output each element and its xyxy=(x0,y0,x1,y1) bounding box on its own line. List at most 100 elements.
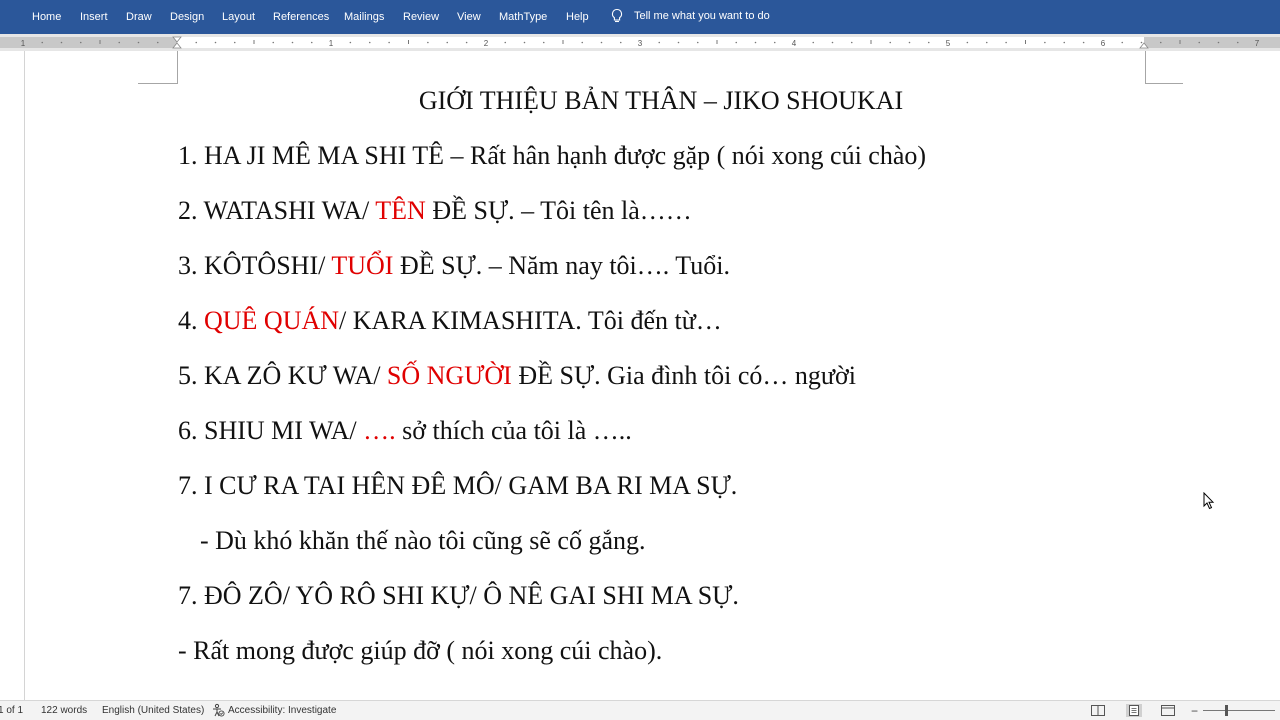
ribbon-tab-bar: e Home Insert Draw Design Layout Referen… xyxy=(0,0,1280,34)
ruler-tick xyxy=(465,41,468,44)
word-count[interactable]: 122 words xyxy=(41,705,87,716)
tell-me-search[interactable]: Tell me what you want to do xyxy=(609,8,770,24)
ruler-tick xyxy=(619,41,622,44)
ruler-tick xyxy=(41,41,44,44)
text-run: 4. xyxy=(178,306,204,335)
lightbulb-icon xyxy=(611,8,623,23)
ruler-tick xyxy=(99,40,101,44)
ruler-tick xyxy=(581,41,584,44)
accessibility-icon xyxy=(213,703,225,717)
ruler-tick xyxy=(60,41,63,44)
highlighted-text: TÊN xyxy=(375,196,426,225)
tab-design[interactable]: Design xyxy=(170,11,204,23)
status-bar: 1 of 1 122 words English (United States)… xyxy=(0,700,1280,720)
tab-references[interactable]: References xyxy=(273,11,329,23)
tab-layout[interactable]: Layout xyxy=(222,11,255,23)
doc-line-10[interactable]: - Rất mong được giúp đỡ ( nói xong cúi c… xyxy=(178,636,662,666)
ruler-label: 1 xyxy=(21,39,26,48)
ruler-tick xyxy=(812,41,815,44)
doc-line-2[interactable]: 2. WATASHI WA/ TÊN ĐỀ SỰ. – Tôi tên là…… xyxy=(178,196,692,226)
ruler-tick xyxy=(79,41,82,44)
text-run: ĐỀ SỰ. – Năm nay tôi…. Tuổi. xyxy=(393,251,730,280)
text-run: 1. HA JI MÊ MA SHI TÊ – Rất hân hạnh đượ… xyxy=(178,141,927,170)
doc-line-3[interactable]: 3. KÔTÔSHI/ TUỔI ĐỀ SỰ. – Năm nay tôi…. … xyxy=(178,251,730,281)
ruler-tick xyxy=(716,40,718,44)
read-mode-icon[interactable] xyxy=(1090,704,1106,717)
ruler-tick xyxy=(214,41,217,44)
ruler-tick xyxy=(562,40,564,44)
zoom-slider[interactable] xyxy=(1203,710,1275,711)
ruler-tick xyxy=(870,40,872,44)
margin-corner-top-left xyxy=(138,51,178,84)
zoom-out-button[interactable]: − xyxy=(1191,704,1198,718)
ruler-tick xyxy=(1159,41,1162,44)
accessibility-label: Accessibility: Investigate xyxy=(228,704,337,716)
tab-draw[interactable]: Draw xyxy=(126,11,152,23)
ruler-tick xyxy=(156,41,159,44)
ruler-label: 4 xyxy=(792,39,797,48)
ruler-tick xyxy=(1063,41,1066,44)
ruler-tick xyxy=(427,41,429,44)
text-run: / KARA KIMASHITA. Tôi đến từ… xyxy=(339,306,722,335)
tab-view[interactable]: View xyxy=(457,11,481,23)
ruler-tick xyxy=(504,41,507,44)
text-run: ĐỀ SỰ. – Tôi tên là…… xyxy=(425,196,692,225)
highlighted-text: QUÊ QUÁN xyxy=(204,306,340,335)
doc-line-8[interactable]: - Dù khó khăn thế nào tôi cũng sẽ cố gắn… xyxy=(200,526,646,556)
text-run: 2. WATASHI WA/ xyxy=(178,196,376,225)
doc-line-6[interactable]: 6. SHIU MI WA/ …. sở thích của tôi là ….… xyxy=(178,416,632,446)
ruler-tick xyxy=(1198,41,1201,44)
ruler-tick xyxy=(908,41,911,44)
horizontal-ruler[interactable]: 1 1 2 3 4 5 6 7 xyxy=(0,34,1280,51)
margin-corner-top-right xyxy=(1145,51,1183,84)
ruler-tick xyxy=(388,41,390,44)
web-layout-icon[interactable] xyxy=(1160,704,1176,717)
tab-home[interactable]: Home xyxy=(32,11,61,23)
ruler-tick xyxy=(658,41,661,44)
zoom-slider-handle[interactable] xyxy=(1225,705,1228,716)
ruler-tick xyxy=(233,41,236,44)
ruler-tick xyxy=(1236,41,1239,44)
ruler-tick xyxy=(773,41,776,44)
doc-line-9[interactable]: 7. ĐÔ ZÔ/ YÔ RÔ SHI KỰ/ Ô NÊ GAI SHI MA … xyxy=(178,581,739,611)
tab-help[interactable]: Help xyxy=(566,11,589,23)
ruler-tick xyxy=(735,41,738,44)
ruler-tick xyxy=(368,41,371,44)
tab-mathtype[interactable]: MathType xyxy=(499,11,547,23)
ruler-label: 7 xyxy=(1255,39,1260,48)
text-run: 7. ĐÔ ZÔ/ YÔ RÔ SHI KỰ/ Ô NÊ GAI SHI MA … xyxy=(178,581,739,610)
document-heading[interactable]: GIỚI THIỆU BẢN THÂN – JIKO SHOUKAI xyxy=(177,86,1145,116)
accessibility-checker[interactable]: Accessibility: Investigate xyxy=(211,703,336,717)
tab-mailings[interactable]: Mailings xyxy=(344,11,384,23)
page-left-edge xyxy=(24,51,25,700)
ruler-tick xyxy=(1179,40,1181,44)
tab-insert[interactable]: Insert xyxy=(80,11,108,23)
ruler-label: 1 xyxy=(329,39,334,48)
doc-line-5[interactable]: 5. KA ZÔ KƯ WA/ SỐ NGƯỜI ĐỀ SỰ. Gia đình… xyxy=(178,361,856,391)
text-run: 5. KA ZÔ KƯ WA/ xyxy=(178,361,387,390)
highlighted-text: TUỔI xyxy=(331,251,394,280)
doc-line-4[interactable]: 4. QUÊ QUÁN/ KARA KIMASHITA. Tôi đến từ… xyxy=(178,306,722,336)
ruler-left-margin xyxy=(0,37,177,48)
ruler-tick xyxy=(754,41,757,44)
print-layout-icon[interactable] xyxy=(1126,704,1142,717)
ruler-tick xyxy=(118,41,121,44)
page-count[interactable]: 1 of 1 xyxy=(0,705,23,716)
text-run: ĐỀ SỰ. Gia đình tôi có… người xyxy=(511,361,856,390)
language-indicator[interactable]: English (United States) xyxy=(102,705,204,716)
doc-line-1[interactable]: 1. HA JI MÊ MA SHI TÊ – Rất hân hạnh đượ… xyxy=(178,141,926,171)
ruler-tick xyxy=(966,41,969,44)
text-run: - Dù khó khăn thế nào tôi cũng sẽ cố gắn… xyxy=(200,526,646,555)
ruler-tick xyxy=(1140,41,1143,44)
ruler-label: 5 xyxy=(946,39,951,48)
ruler-tick xyxy=(1025,40,1026,44)
doc-line-7[interactable]: 7. I CƯ RA TAI HÊN ĐÊ MÔ/ GAM BA RI MA S… xyxy=(178,471,737,501)
text-run: 6. SHIU MI WA/ xyxy=(178,416,364,445)
ruler-text-area xyxy=(177,37,1144,48)
ruler-label: 6 xyxy=(1101,39,1106,48)
ruler-tick xyxy=(850,41,853,44)
ruler-tick xyxy=(600,41,603,44)
tab-review[interactable]: Review xyxy=(403,11,439,23)
ruler-tick xyxy=(310,41,313,44)
ruler-label: 2 xyxy=(484,39,489,48)
